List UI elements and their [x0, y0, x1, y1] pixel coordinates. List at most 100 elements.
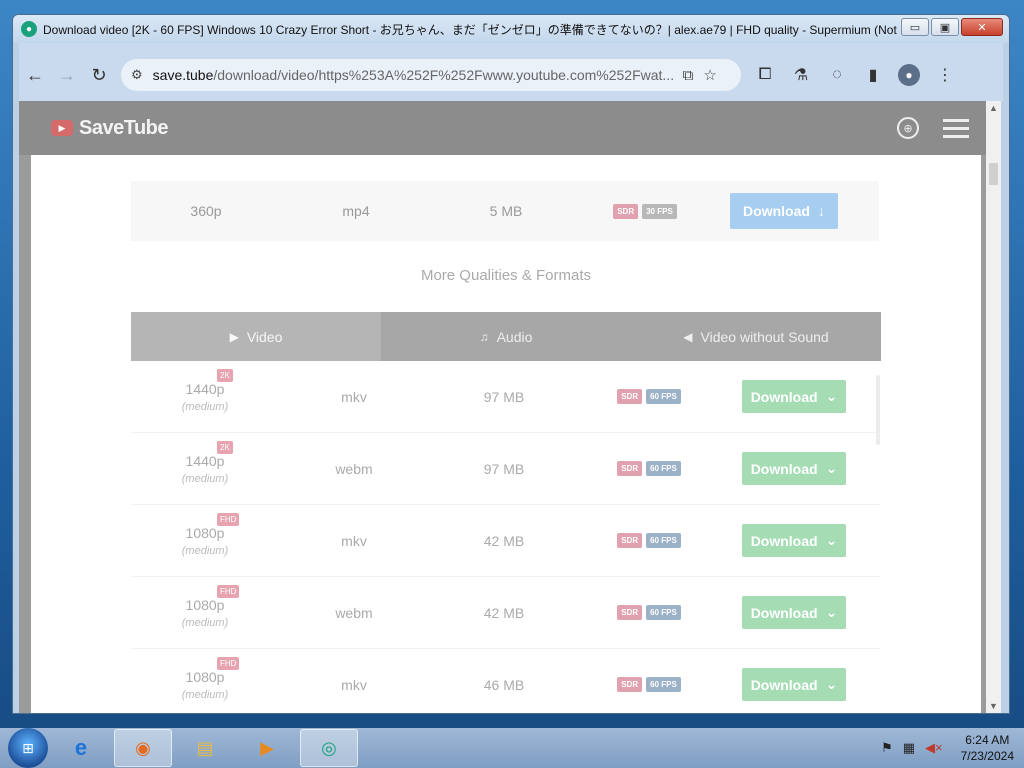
chevron-down-icon: ⌄ [825, 604, 838, 620]
bitrate-label: (medium) [181, 472, 229, 485]
extensions-icon[interactable]: ⧠ [749, 61, 781, 89]
format-label: webm [335, 460, 373, 477]
url-host: save.tube [152, 67, 214, 83]
profile-avatar-icon[interactable]: ● [893, 61, 925, 89]
quality-label: 360p [190, 203, 222, 219]
address-bar[interactable]: ⚙ save.tube/download/video/https%253A%25… [121, 59, 741, 91]
chevron-down-icon: ⌄ [825, 388, 838, 404]
fps-badge: 60 FPS [646, 605, 681, 620]
language-globe-icon[interactable]: ⊕ [897, 117, 919, 139]
url-path: /download/video/https%253A%252F%252Fwww.… [213, 67, 673, 83]
format-label: mp4 [342, 203, 370, 219]
scroll-down-icon[interactable]: ▼ [989, 701, 998, 711]
download-button-label: Download [750, 676, 818, 693]
forward-icon[interactable]: → [51, 61, 83, 89]
system-tray: ⚑ ▦ ◀× 6:24 AM 7/23/2024 [881, 732, 1014, 764]
quality-label: 1080p [185, 524, 225, 541]
title-bar[interactable]: ● Download video [2K - 60 FPS] Windows 1… [13, 15, 1009, 43]
muted-speaker-icon: ◀ [683, 329, 693, 344]
download-button-label: Download [743, 203, 810, 219]
browser-toolbar-area: ← → ↻ ⚙ save.tube/download/video/https%2… [19, 43, 1003, 101]
clock[interactable]: 6:24 AM 7/23/2024 [961, 732, 1014, 764]
resolution-badge: 2K [217, 440, 233, 454]
size-label: 97 MB [483, 388, 525, 405]
fps-badge: 60 FPS [646, 677, 681, 692]
sdr-badge: SDR [617, 677, 643, 692]
start-button[interactable]: ⊞ [8, 728, 48, 768]
site-info-icon[interactable]: ⚙ [131, 67, 143, 83]
format-label: webm [335, 604, 373, 621]
size-label: 97 MB [483, 460, 525, 477]
tab-strip [19, 43, 1003, 53]
media-player-icon[interactable]: ▶ [238, 729, 296, 767]
sdr-badge: SDR [617, 605, 643, 620]
format-label: mkv [341, 388, 367, 405]
close-button[interactable]: ✕ [961, 18, 1003, 36]
maximize-button[interactable]: ▣ [931, 18, 959, 36]
hamburger-menu-icon[interactable] [943, 118, 969, 138]
install-app-icon[interactable]: ⧉ [683, 67, 694, 84]
loading-icon[interactable]: ◌ [821, 61, 853, 89]
action-center-flag-icon[interactable]: ⚑ [881, 740, 893, 756]
network-icon[interactable]: ▦ [903, 740, 915, 756]
table-scrollbar[interactable] [876, 375, 880, 445]
download-button[interactable]: Download ⌄ [742, 452, 846, 485]
url-text[interactable]: save.tube/download/video/https%253A%252F… [153, 67, 673, 83]
minimize-button[interactable]: ▭ [901, 18, 929, 36]
format-tabs: ▶ Video ♫ Audio ◀ Video without Sound [131, 312, 881, 361]
tab-label: Audio [496, 328, 533, 345]
table-row: 1080p FHD (medium) mkv 42 MB SDR 60 FPS Dow… [131, 505, 881, 577]
table-row: 1440p 2K (medium) mkv 97 MB SDR 60 FPS Down… [131, 361, 881, 433]
scroll-up-icon[interactable]: ▲ [989, 103, 998, 113]
sidebar-icon[interactable]: ▮ [857, 61, 889, 89]
file-explorer-icon[interactable]: ▤ [176, 729, 234, 767]
labs-icon[interactable]: ⚗ [785, 61, 817, 89]
resolution-badge: FHD [217, 512, 240, 526]
fps-badge: 60 FPS [646, 461, 681, 476]
resolution-badge: FHD [217, 656, 240, 670]
reload-icon[interactable]: ↻ [83, 61, 115, 89]
quality-label: 1080p [185, 668, 225, 685]
more-formats-heading: More Qualities & Formats [420, 267, 592, 284]
download-arrow-icon: ↓ [817, 203, 825, 219]
taskbar: ⊞ e ◉ ▤ ▶ ◎ ⚑ ▦ ◀× 6:24 AM 7/23/2024 [0, 728, 1024, 768]
download-button[interactable]: Download ⌄ [742, 668, 846, 701]
sdr-badge: SDR [613, 203, 639, 219]
browser-menu-icon[interactable]: ⋮ [929, 61, 961, 89]
tab-video[interactable]: ▶ Video [131, 312, 381, 361]
bitrate-label: (medium) [181, 544, 229, 557]
bookmark-star-icon[interactable]: ☆ [703, 66, 716, 84]
supermium-icon[interactable]: ◎ [300, 729, 358, 767]
site-logo[interactable]: ▶ SaveTube [51, 117, 169, 140]
volume-muted-icon[interactable]: ◀× [925, 740, 943, 756]
quality-label: 1440p [185, 452, 225, 469]
fps-badge: 30 FPS [642, 203, 677, 219]
page-viewport: ▶ SaveTube ⊕ 360p mp4 5 MB SDR 30 FPS Do… [19, 101, 999, 713]
table-row: 1440p 2K (medium) webm 97 MB SDR 60 FPS Dow… [131, 433, 881, 505]
firefox-icon[interactable]: ◉ [114, 729, 172, 767]
formats-table: 1440p 2K (medium) mkv 97 MB SDR 60 FPS Down… [131, 361, 881, 713]
download-button-label: Download [750, 604, 818, 621]
browser-toolbar: ← → ↻ ⚙ save.tube/download/video/https%2… [19, 57, 1003, 93]
tab-label: Video [246, 328, 283, 345]
fps-badge: 60 FPS [646, 533, 681, 548]
format-label: mkv [341, 532, 367, 549]
sdr-badge: SDR [617, 533, 643, 548]
download-button[interactable]: Download ⌄ [742, 380, 846, 413]
quality-label: 1440p [185, 380, 225, 397]
internet-explorer-icon[interactable]: e [52, 729, 110, 767]
page-scrollbar[interactable]: ▲ ▼ [986, 101, 1001, 713]
size-label: 42 MB [483, 532, 525, 549]
resolution-badge: 2K [217, 368, 233, 382]
table-row: 1080p FHD (medium) webm 42 MB SDR 60 FPS Do… [131, 577, 881, 649]
chevron-down-icon: ⌄ [825, 676, 838, 692]
scrollbar-thumb[interactable] [989, 163, 998, 185]
download-button[interactable]: Download ↓ [730, 193, 838, 229]
default-format-row: 360p mp4 5 MB SDR 30 FPS Download ↓ [131, 181, 879, 241]
tab-video-without-sound[interactable]: ◀ Video without Sound [631, 312, 881, 361]
size-label: 5 MB [489, 203, 523, 219]
download-button[interactable]: Download ⌄ [742, 596, 846, 629]
back-icon[interactable]: ← [19, 61, 51, 89]
tab-audio[interactable]: ♫ Audio [381, 312, 631, 361]
download-button[interactable]: Download ⌄ [742, 524, 846, 557]
